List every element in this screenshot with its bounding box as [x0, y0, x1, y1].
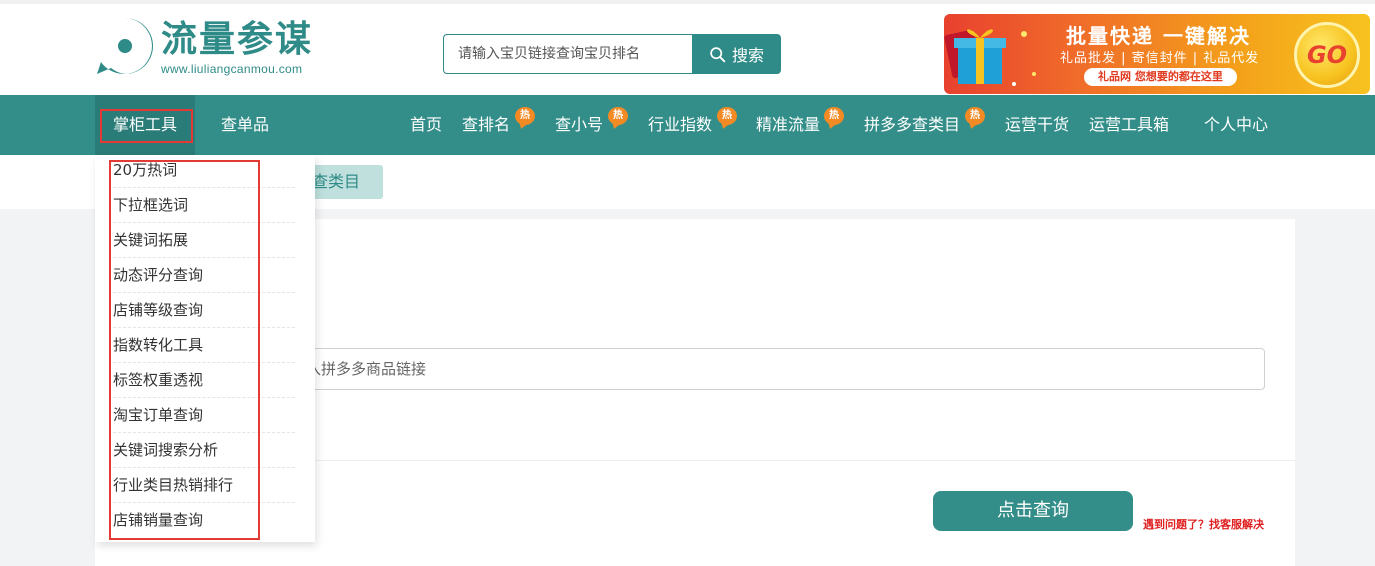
nav-item-label: 个人中心 [1204, 115, 1269, 134]
search-button-label: 搜索 [731, 46, 764, 65]
nav-item-label: 查排名 [462, 115, 511, 134]
query-button[interactable]: 点击查询 [933, 491, 1133, 531]
gift-box-icon [944, 29, 1036, 86]
logo-url: www.liuliangcanmou.com [161, 62, 303, 76]
nav-item-rank[interactable]: 查排名 [462, 95, 510, 155]
banner-go-button[interactable]: GO [1294, 22, 1360, 88]
highlight-box [100, 109, 193, 143]
nav-item-home[interactable]: 首页 [410, 95, 442, 155]
highlight-box [109, 160, 260, 540]
nav-item-precise-traffic[interactable]: 精准流量 [756, 95, 820, 155]
search-icon [710, 46, 726, 62]
nav-item-user-center[interactable]: 个人中心 [1204, 95, 1268, 155]
site-header: 流量参谋 www.liuliangcanmou.com 搜索 批量快递 一键解决… [0, 0, 1375, 95]
product-link-input[interactable] [265, 348, 1265, 390]
search-button[interactable]: 搜索 [692, 34, 781, 74]
logo[interactable]: 流量参谋 www.liuliangcanmou.com [95, 16, 325, 82]
nav-item-label: 行业指数 [648, 115, 713, 134]
main-nav: 掌柜工具 查单品 首页 查排名 热 查小号 热 行业指数 热 精准流量 热 拼多… [0, 95, 1375, 155]
nav-item-label: 查单品 [221, 115, 270, 134]
nav-item-label: 运营工具箱 [1089, 115, 1170, 134]
hot-badge-icon: 热 [965, 107, 985, 125]
nav-item-label: 精准流量 [756, 115, 821, 134]
logo-mark-icon [97, 18, 153, 74]
nav-item-ops-toolbox[interactable]: 运营工具箱 [1089, 95, 1169, 155]
customer-service-link[interactable]: 遇到问题了？找客服解决 [1143, 516, 1264, 532]
logo-title: 流量参谋 [161, 19, 314, 60]
nav-item-label: 首页 [410, 115, 443, 134]
nav-item-pdd-category[interactable]: 拼多多查类目 [864, 95, 960, 155]
hot-badge-icon: 热 [608, 107, 628, 125]
nav-item-ops-articles[interactable]: 运营干货 [1005, 95, 1069, 155]
search-input[interactable] [443, 34, 693, 74]
hot-badge-icon: 热 [717, 107, 737, 125]
nav-item-label: 拼多多查类目 [864, 115, 961, 134]
banner-subline: 礼品批发 | 寄信封件 | 礼品代发 [1060, 51, 1260, 66]
nav-item-label: 查小号 [555, 115, 604, 134]
nav-item-sub-account[interactable]: 查小号 [555, 95, 603, 155]
nav-item-single-product[interactable]: 查单品 [221, 95, 269, 155]
nav-item-label: 运营干货 [1005, 115, 1070, 134]
nav-item-industry-index[interactable]: 行业指数 [648, 95, 712, 155]
banner-tagline: 礼品网 您想要的都在这里 [1084, 68, 1237, 86]
banner-headline: 批量快递 一键解决 [1066, 24, 1251, 48]
search-bar: 搜索 [443, 34, 781, 74]
ad-banner[interactable]: 批量快递 一键解决 礼品批发 | 寄信封件 | 礼品代发 礼品网 您想要的都在这… [944, 14, 1370, 94]
hot-badge-icon: 热 [824, 107, 844, 125]
hot-badge-icon: 热 [515, 107, 535, 125]
